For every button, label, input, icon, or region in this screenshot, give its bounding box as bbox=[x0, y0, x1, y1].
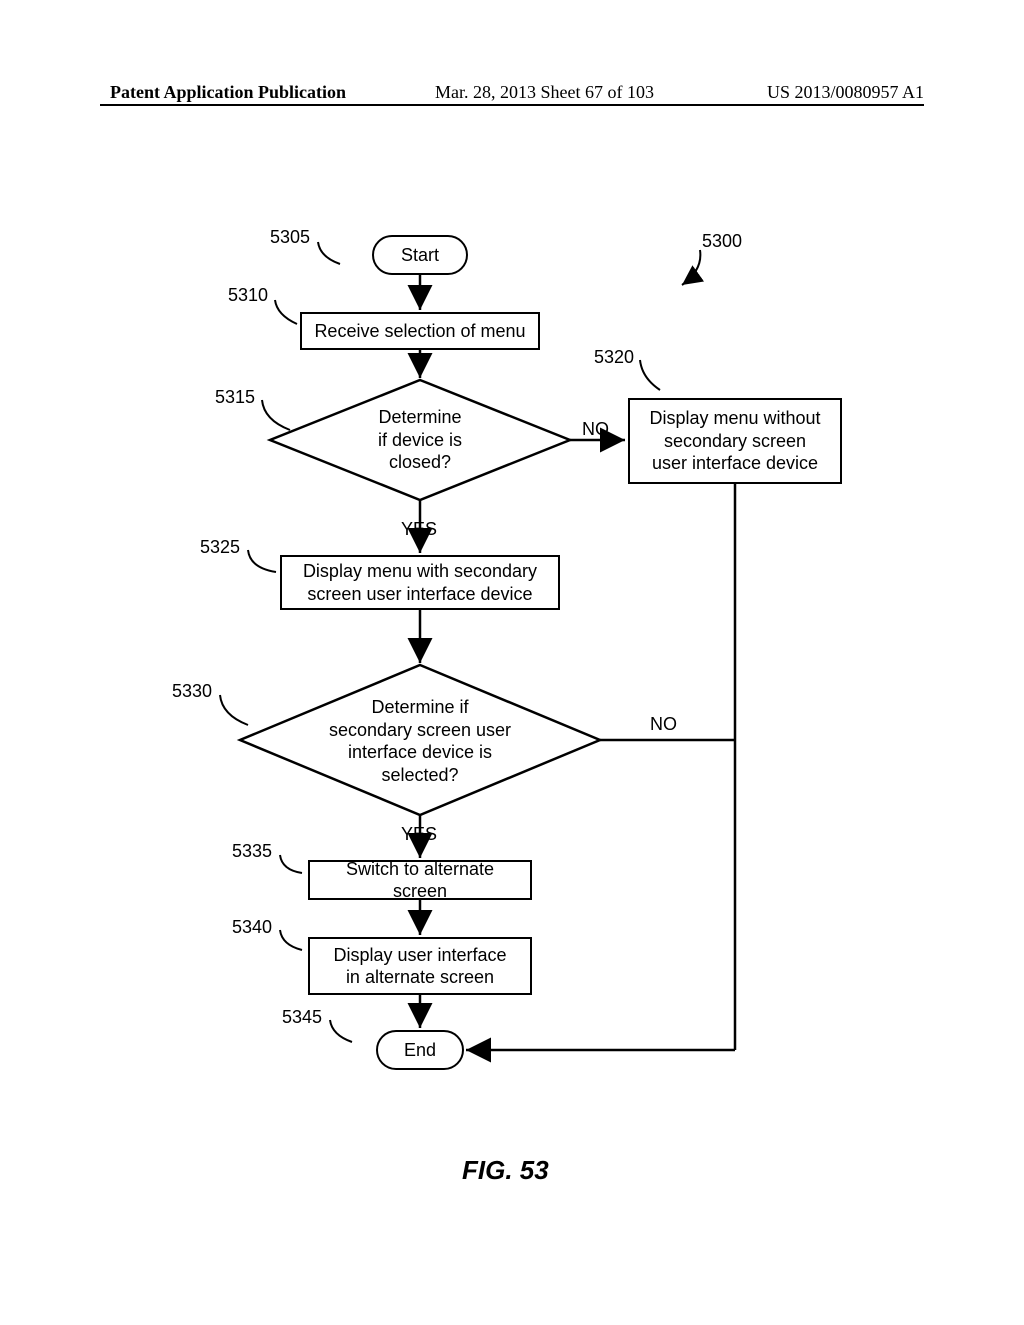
figure-label: FIG. 53 bbox=[462, 1155, 549, 1186]
node-display-with: Display menu with secondary screen user … bbox=[280, 555, 560, 610]
ref-5300: 5300 bbox=[702, 232, 742, 250]
node-decide-selected: Determine if secondary screen user inter… bbox=[320, 696, 520, 786]
node-end: End bbox=[376, 1030, 464, 1070]
label-yes-2: YES bbox=[401, 825, 437, 843]
node-decide-closed: Determine if device is closed? bbox=[350, 406, 490, 474]
node-switch: Switch to alternate screen bbox=[308, 860, 532, 900]
ref-5310: 5310 bbox=[228, 286, 268, 304]
flowchart-svg bbox=[0, 0, 1024, 1320]
node-display-without: Display menu without secondary screen us… bbox=[628, 398, 842, 484]
flowchart: Start Receive selection of menu Determin… bbox=[0, 0, 1024, 1320]
ref-5335: 5335 bbox=[232, 842, 272, 860]
ref-5330: 5330 bbox=[172, 682, 212, 700]
ref-5320: 5320 bbox=[594, 348, 634, 366]
ref-5315: 5315 bbox=[215, 388, 255, 406]
node-receive: Receive selection of menu bbox=[300, 312, 540, 350]
label-yes-1: YES bbox=[401, 520, 437, 538]
node-start: Start bbox=[372, 235, 468, 275]
label-no-1: NO bbox=[582, 420, 609, 438]
ref-5340: 5340 bbox=[232, 918, 272, 936]
ref-5305: 5305 bbox=[270, 228, 310, 246]
label-no-2: NO bbox=[650, 715, 677, 733]
node-display-ui: Display user interface in alternate scre… bbox=[308, 937, 532, 995]
ref-5325: 5325 bbox=[200, 538, 240, 556]
ref-5345: 5345 bbox=[282, 1008, 322, 1026]
